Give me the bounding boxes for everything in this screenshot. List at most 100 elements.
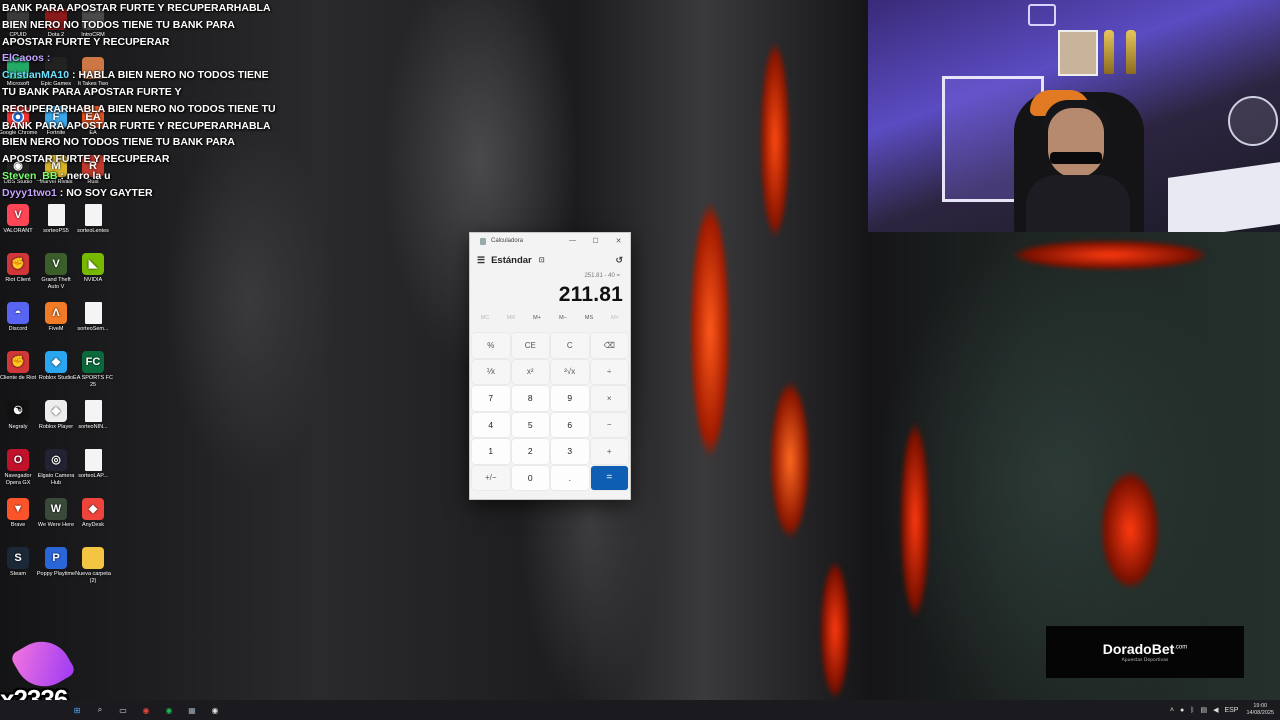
icon-ea-fc25[interactable]: FC EA SPORTS FC 25 xyxy=(73,351,113,389)
digit-7-key[interactable]: 7 xyxy=(472,386,510,411)
language-indicator[interactable]: ESP xyxy=(1224,707,1238,714)
digit-5-key[interactable]: 5 xyxy=(511,412,549,437)
close-button[interactable]: ✕ xyxy=(607,237,630,245)
digit-2-key[interactable]: 2 xyxy=(511,439,549,464)
chat-text: APOSTAR FURTE Y RECUPERAR xyxy=(2,153,170,166)
icon-sorteolap[interactable]: sorteoLAP... xyxy=(73,449,113,480)
icon-valorant[interactable]: V VALORANT xyxy=(0,204,38,235)
icon-cliente-riot[interactable]: ✊ Cliente de Riot xyxy=(0,351,38,382)
calculator-titlebar[interactable]: Calculadora — ☐ ✕ xyxy=(470,233,630,249)
icon-roblox-studio[interactable]: ◆ Roblox Studio xyxy=(36,351,76,382)
icon-poppy-playtime-image: P xyxy=(45,547,67,569)
memory-button[interactable]: M+ xyxy=(524,315,550,329)
chat-text: : HABLA BIEN NERO NO TODOS TIENE xyxy=(72,69,269,82)
clear-entry-key[interactable]: CE xyxy=(511,333,549,358)
chrome-taskbar-icon[interactable]: ◉ xyxy=(140,704,152,716)
icon-steam[interactable]: S Steam xyxy=(0,547,38,578)
desktop-icon-label: Grand Theft Auto V xyxy=(41,277,71,290)
multiply-key[interactable]: × xyxy=(590,386,628,411)
memory-button[interactable]: MS xyxy=(576,315,602,329)
icon-cliente-riot-image: ✊ xyxy=(7,351,29,373)
keep-on-top-icon[interactable]: ⊡ xyxy=(539,256,545,264)
digit-1-key[interactable]: 1 xyxy=(472,439,510,464)
start-icon[interactable]: ⊞ xyxy=(71,704,83,716)
maximize-button[interactable]: ☐ xyxy=(584,237,607,245)
digit-0-key[interactable]: 0 xyxy=(511,465,549,490)
icon-elgato[interactable]: ◎ Elgato Camera Hub xyxy=(36,449,76,487)
memory-button[interactable]: M˅ xyxy=(602,315,628,329)
icon-sorteolentes[interactable]: sorteoLentes xyxy=(73,204,113,235)
icon-riot-client[interactable]: ✊ Riot Client xyxy=(0,253,38,284)
history-icon[interactable]: ↺ xyxy=(615,255,623,266)
digit-9-key[interactable]: 9 xyxy=(551,386,589,411)
divide-key[interactable]: ÷ xyxy=(590,359,628,384)
backspace-key[interactable]: ⌫ xyxy=(590,333,628,358)
minimize-button[interactable]: — xyxy=(561,237,584,245)
desktop-icon-label: sorteoLentes xyxy=(77,228,109,234)
icon-fivem-image: Λ xyxy=(45,302,67,324)
bluetooth-icon[interactable]: ᛒ xyxy=(1190,707,1194,714)
trophy xyxy=(1104,30,1114,74)
icon-nueva-carpeta[interactable]: Nueva carpeta (2) xyxy=(73,547,113,585)
icon-sorteolentes-image xyxy=(84,204,102,226)
icon-we-were-here[interactable]: W We Were Here xyxy=(36,498,76,529)
sponsor-banner: DoradoBet.com Apuestas Deportivas xyxy=(1046,626,1244,678)
desktop-icon-label: Navegador Opera GX xyxy=(4,473,32,486)
digit-8-key[interactable]: 8 xyxy=(511,386,549,411)
streamer-face xyxy=(1048,108,1104,178)
icon-sorteosem[interactable]: sorteoSem... xyxy=(73,302,113,333)
icon-anydesk[interactable]: ◆ AnyDesk xyxy=(73,498,113,529)
mic-icon[interactable]: ● xyxy=(1180,707,1184,714)
clock[interactable]: 19:00 14/08/2025 xyxy=(1246,703,1274,717)
system-tray: ˄ ● ᛒ ▤ ◀ ESP 19:00 14/08/2025 xyxy=(1164,700,1274,720)
icon-nvidia[interactable]: ◣ NVIDIA xyxy=(73,253,113,284)
desktop-icon-label: FiveM xyxy=(48,326,64,332)
percent-key[interactable]: % xyxy=(472,333,510,358)
sqrt-key[interactable]: ²√x xyxy=(551,359,589,384)
reciprocal-key[interactable]: ⅟x xyxy=(472,359,510,384)
icon-discord-image: ◓ xyxy=(7,302,29,324)
plus-key[interactable]: + xyxy=(590,439,628,464)
icon-roblox-studio-image: ◆ xyxy=(45,351,67,373)
memory-button[interactable]: MR xyxy=(498,315,524,329)
obs-taskbar-icon[interactable]: ◉ xyxy=(209,704,221,716)
memory-button[interactable]: M− xyxy=(550,315,576,329)
desktop-icon-label: sorteoSem... xyxy=(77,326,109,332)
network-icon[interactable]: ▤ xyxy=(1200,706,1207,714)
icon-roblox-player[interactable]: ◆ Roblox Player xyxy=(36,400,76,431)
equals-key[interactable]: = xyxy=(590,465,628,490)
icon-sorteonin[interactable]: sorteoNIN... xyxy=(73,400,113,431)
negate-key[interactable]: +/− xyxy=(472,465,510,490)
digit-3-key[interactable]: 3 xyxy=(551,439,589,464)
twitch-neon-sign xyxy=(1028,4,1056,26)
clear-key[interactable]: C xyxy=(551,333,589,358)
taskview-icon[interactable]: ▭ xyxy=(117,704,129,716)
icon-fivem[interactable]: Λ FiveM xyxy=(36,302,76,333)
decimal-key[interactable]: . xyxy=(551,465,589,490)
memory-button[interactable]: MC xyxy=(472,315,498,329)
desktop-icon-label: Discord xyxy=(8,326,28,332)
calculator-window[interactable]: Calculadora — ☐ ✕ ☰ Estándar ⊡ ↺ 251.81 … xyxy=(469,232,631,500)
chat-message: RECUPERARHABLA BIEN NERO NO TODOS TIENE … xyxy=(2,101,276,118)
expression-display: 251.81 - 40 = xyxy=(584,273,620,279)
icon-opera-gx[interactable]: O Navegador Opera GX xyxy=(0,449,38,487)
icon-negraly[interactable]: ☯ Negraly xyxy=(0,400,38,431)
search-icon[interactable]: ⌕ xyxy=(94,704,106,716)
icon-gta5[interactable]: V Grand Theft Auto V xyxy=(36,253,76,291)
icon-sorteops5[interactable]: sorteoPS5 xyxy=(36,204,76,235)
chevron-up-icon[interactable]: ˄ xyxy=(1170,707,1174,714)
icon-discord[interactable]: ◓ Discord xyxy=(0,302,38,333)
chat-text: BANK PARA APOSTAR FURTE Y RECUPERARHABLA xyxy=(2,2,271,14)
desktop-icon-label: NVIDIA xyxy=(83,277,103,283)
digit-4-key[interactable]: 4 xyxy=(472,412,510,437)
square-key[interactable]: x² xyxy=(511,359,549,384)
digit-6-key[interactable]: 6 xyxy=(551,412,589,437)
icon-poppy-playtime[interactable]: P Poppy Playtime xyxy=(36,547,76,578)
chat-message: CristianMA10 : HABLA BIEN NERO NO TODOS … xyxy=(2,67,269,84)
icon-brave[interactable]: ▼ Brave xyxy=(0,498,38,529)
menu-icon[interactable]: ☰ xyxy=(477,255,485,266)
spotify-taskbar-icon[interactable]: ◉ xyxy=(163,704,175,716)
minus-key[interactable]: − xyxy=(590,412,628,437)
volume-icon[interactable]: ◀ xyxy=(1213,706,1218,714)
calculator-taskbar-icon[interactable]: ▦ xyxy=(186,704,198,716)
